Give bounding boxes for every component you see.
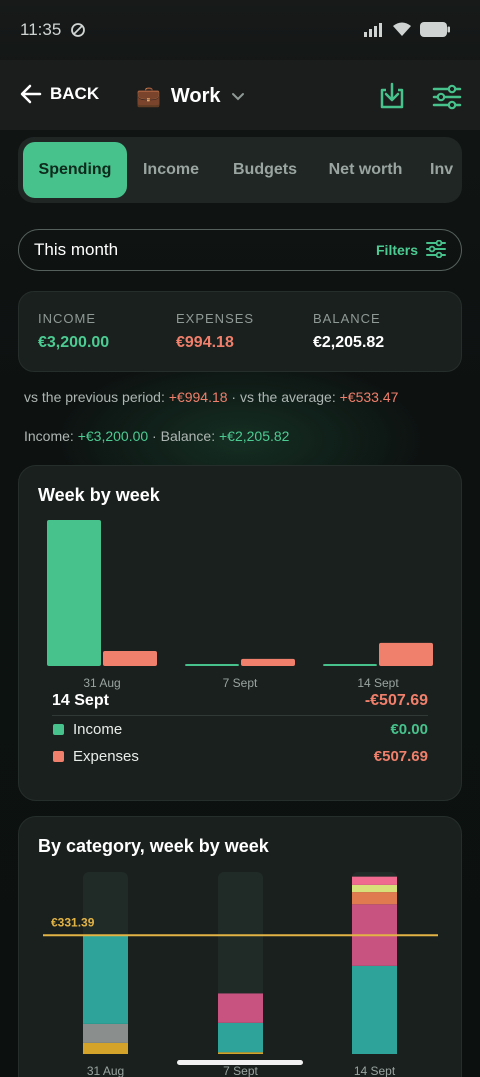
- expenses-legend-label: Expenses: [73, 748, 139, 765]
- tab-budgets[interactable]: Budgets: [226, 142, 304, 198]
- comparison-line: vs the previous period: +€994.18 · vs th…: [24, 389, 398, 405]
- category-segment: [352, 892, 397, 905]
- category-segment: [352, 884, 397, 893]
- balance-label: BALANCE: [313, 311, 381, 326]
- week-axis-label: 14 Sept: [357, 676, 399, 690]
- status-time: 11:35: [20, 20, 62, 39]
- expenses-legend-value: €507.69: [373, 748, 428, 765]
- battery-icon: [420, 22, 450, 37]
- bar-income-1: [185, 664, 239, 666]
- wifi-icon: [393, 22, 411, 36]
- bar-expenses-2: [379, 642, 433, 666]
- average-label: €331.39: [51, 915, 95, 929]
- category-axis-label: 14 Sept: [354, 1064, 396, 1077]
- category-segment: [83, 1042, 128, 1054]
- income-line-value: +€3,200.00: [77, 428, 149, 444]
- back-button[interactable]: BACK: [20, 84, 99, 104]
- income-label: INCOME: [38, 311, 96, 326]
- divider: [52, 715, 428, 716]
- prev-period-label: vs the previous period:: [24, 389, 169, 405]
- tab-net-worth[interactable]: Net worth: [323, 142, 408, 198]
- balance-value: €2,205.82: [313, 334, 385, 351]
- tab-investments[interactable]: Inv: [430, 142, 462, 198]
- expenses-legend-swatch: [53, 751, 64, 762]
- expenses-label: EXPENSES: [176, 311, 255, 326]
- download-icon[interactable]: [378, 82, 406, 110]
- balance-line-value: +€2,205.82: [219, 428, 290, 444]
- expenses-value: €994.18: [176, 334, 234, 351]
- do-not-disturb-icon: [71, 23, 85, 37]
- chevron-down-icon: [231, 92, 244, 100]
- tab-spending[interactable]: Spending: [23, 142, 127, 198]
- category-segment: [83, 1023, 128, 1043]
- average-label: · vs the average:: [227, 389, 340, 405]
- bar-income-2: [323, 664, 377, 666]
- income-legend-swatch: [53, 724, 64, 735]
- period-label: This month: [34, 240, 119, 259]
- back-label: BACK: [50, 84, 100, 103]
- income-legend-value: €0.00: [390, 721, 428, 738]
- summary-card: [18, 291, 462, 372]
- average-value: +€533.47: [339, 389, 399, 405]
- arrow-left-icon: [20, 84, 42, 104]
- prev-period-value: +€994.18: [168, 389, 228, 405]
- bar-income-0: [47, 520, 101, 666]
- bar-expenses-0: [103, 650, 157, 666]
- week-bar-chart[interactable]: 31 Aug 7 Sept 14 Sept: [18, 500, 462, 695]
- home-indicator: [177, 1060, 303, 1065]
- selected-week: 14 Sept: [52, 692, 109, 709]
- tab-bar: Spending Income Budgets Net worth Inv: [18, 137, 462, 203]
- account-selector[interactable]: 💼 Work: [136, 84, 245, 109]
- category-segment: [218, 993, 263, 1023]
- category-segment: [218, 1022, 263, 1053]
- filters-button[interactable]: Filters: [376, 242, 418, 258]
- category-segment: [352, 876, 397, 885]
- balance-line-label: · Balance:: [148, 428, 219, 444]
- category-segment: [218, 1052, 263, 1054]
- bar-expenses-1: [241, 658, 295, 666]
- selected-week-total: -€507.69: [364, 692, 428, 709]
- tab-income[interactable]: Income: [136, 142, 206, 198]
- category-axis-label: 31 Aug: [87, 1064, 124, 1077]
- category-chart-title: By category, week by week: [38, 836, 269, 856]
- week-axis-label: 7 Sept: [223, 676, 258, 690]
- income-legend-label: Income: [73, 721, 123, 738]
- income-balance-line: Income: +€3,200.00 · Balance: +€2,205.82: [24, 428, 289, 444]
- briefcase-icon: 💼: [136, 86, 161, 108]
- income-value: €3,200.00: [38, 334, 110, 351]
- category-stacked-chart[interactable]: 31 Aug 7 Sept 14 Sept €331.39: [18, 860, 462, 1077]
- week-axis-label: 31 Aug: [83, 676, 120, 690]
- status-icons: [364, 22, 450, 37]
- signal-icon: [364, 22, 382, 37]
- category-axis-label: 7 Sept: [223, 1064, 258, 1077]
- category-segment: [352, 965, 397, 1054]
- filter-sliders-icon[interactable]: [426, 240, 446, 258]
- account-title: Work: [170, 85, 221, 107]
- income-line-label: Income:: [24, 428, 78, 444]
- category-segment: [83, 935, 128, 1024]
- settings-sliders-icon[interactable]: [432, 84, 462, 110]
